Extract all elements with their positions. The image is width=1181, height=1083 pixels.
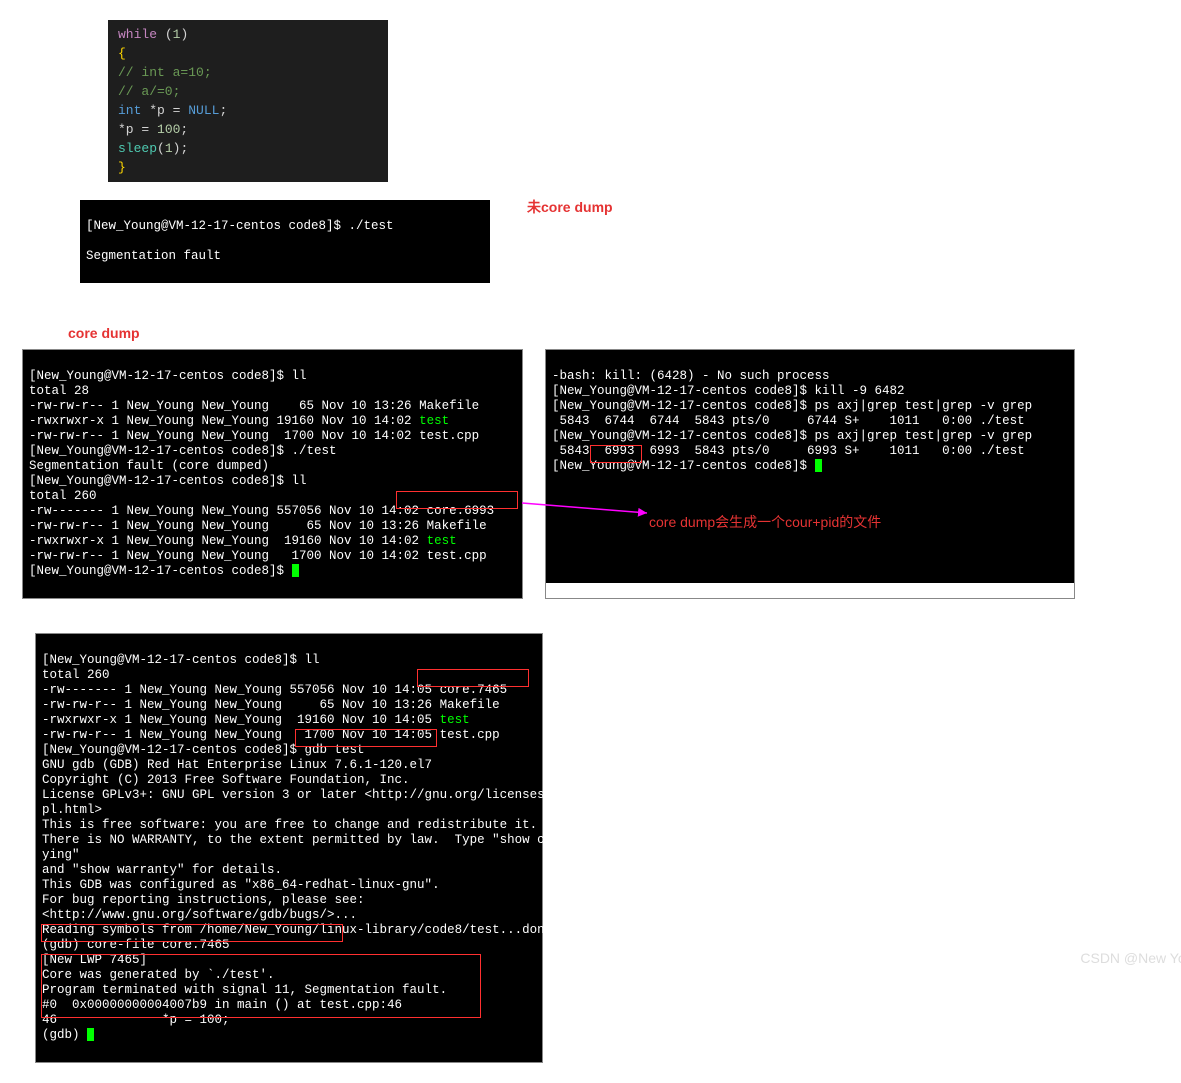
term-line: [New_Young@VM-12-17-centos code8]$ ./tes… — [86, 219, 484, 234]
terminal-segfault: [New_Young@VM-12-17-centos code8]$ ./tes… — [80, 200, 490, 283]
cursor-icon — [87, 1028, 94, 1041]
term-line: Reading symbols from /home/New_Young/lin… — [42, 923, 560, 937]
term-line: -rw-rw-r-- 1 New_Young New_Young 65 Nov … — [42, 698, 500, 712]
term-line: total 260 — [29, 489, 97, 503]
terminal-right: -bash: kill: (6428) - No such process [N… — [545, 349, 1075, 599]
term-line: total 28 — [29, 384, 89, 398]
term-line: [New_Young@VM-12-17-centos code8]$ ll — [29, 369, 307, 383]
term-line: There is NO WARRANTY, to the extent perm… — [42, 833, 560, 862]
term-line: This is free software: you are free to c… — [42, 818, 537, 832]
cursor-icon — [292, 564, 299, 577]
term-line: This GDB was configured as "x86_64-redha… — [42, 878, 440, 892]
term-line: -rw------- 1 New_Young New_Young 557056 … — [29, 504, 494, 518]
term-line: [New LWP 7465] — [42, 953, 147, 967]
term-line: 5843 6744 6744 5843 pts/0 6744 S+ 1011 0… — [552, 414, 1025, 428]
term-line: -bash: kill: (6428) - No such process — [552, 369, 830, 383]
term-line: -rw------- 1 New_Young New_Young 557056 … — [42, 683, 507, 697]
kw-while: while — [118, 27, 157, 42]
terminal-left: [New_Young@VM-12-17-centos code8]$ ll to… — [22, 349, 523, 599]
term-line: -rw-rw-r-- 1 New_Young New_Young 1700 No… — [29, 549, 487, 563]
term-line: (gdb) core-file core.7465 — [42, 938, 230, 952]
term-line: [New_Young@VM-12-17-centos code8]$ gdb t… — [42, 743, 365, 757]
term-line: [New_Young@VM-12-17-centos code8]$ ll — [42, 653, 320, 667]
term-line: Program terminated with signal 11, Segme… — [42, 983, 447, 997]
open-brace: { — [118, 44, 378, 63]
term-line: 5843 6993 6993 5843 pts/0 6993 S+ 1011 0… — [552, 444, 1025, 458]
term-line: total 260 — [42, 668, 110, 682]
term-line: [New_Young@VM-12-17-centos code8]$ kill … — [552, 384, 905, 398]
annotation-text: core dump会生成一个cour+pid的文件 — [649, 512, 881, 532]
label-core-dump: core dump — [68, 325, 1181, 341]
term-line: License GPLv3+: GNU GPL version 3 or lat… — [42, 788, 560, 817]
term-line: -rw-rw-r-- 1 New_Young New_Young 65 Nov … — [29, 399, 479, 413]
close-brace: } — [118, 158, 378, 177]
terminal-gdb: [New_Young@VM-12-17-centos code8]$ ll to… — [35, 633, 543, 1063]
term-line: -rw-rw-r-- 1 New_Young New_Young 1700 No… — [42, 728, 500, 742]
comment: // int a=10; — [118, 65, 212, 80]
term-line: [New_Young@VM-12-17-centos code8]$ ps ax… — [552, 399, 1032, 413]
comment: // a/=0; — [118, 84, 180, 99]
term-line: [New_Young@VM-12-17-centos code8]$ ./tes… — [29, 444, 337, 458]
term-line: 46 *p = 100; — [42, 1013, 230, 1027]
label-no-core-dump: 未core dump — [527, 197, 613, 217]
term-line: GNU gdb (GDB) Red Hat Enterprise Linux 7… — [42, 758, 432, 772]
term-line: #0 0x00000000004007b9 in main () at test… — [42, 998, 402, 1012]
watermark: CSDN @New Young — [1080, 950, 1181, 966]
term-line: -rw-rw-r-- 1 New_Young New_Young 65 Nov … — [29, 519, 487, 533]
term-line: [New_Young@VM-12-17-centos code8]$ ps ax… — [552, 429, 1032, 443]
code-editor: while (1) { // int a=10; // a/=0; int *p… — [108, 20, 388, 182]
term-line: Copyright (C) 2013 Free Software Foundat… — [42, 773, 410, 787]
term-line: -rw-rw-r-- 1 New_Young New_Young 1700 No… — [29, 429, 479, 443]
term-line: For bug reporting instructions, please s… — [42, 893, 365, 907]
term-line: Core was generated by `./test'. — [42, 968, 275, 982]
term-line: [New_Young@VM-12-17-centos code8]$ ll — [29, 474, 307, 488]
cursor-icon — [815, 459, 822, 472]
term-line: and "show warranty" for details. — [42, 863, 282, 877]
term-line: Segmentation fault (core dumped) — [29, 459, 269, 473]
term-line: <http://www.gnu.org/software/gdb/bugs/>.… — [42, 908, 357, 922]
term-line: Segmentation fault — [86, 249, 484, 264]
